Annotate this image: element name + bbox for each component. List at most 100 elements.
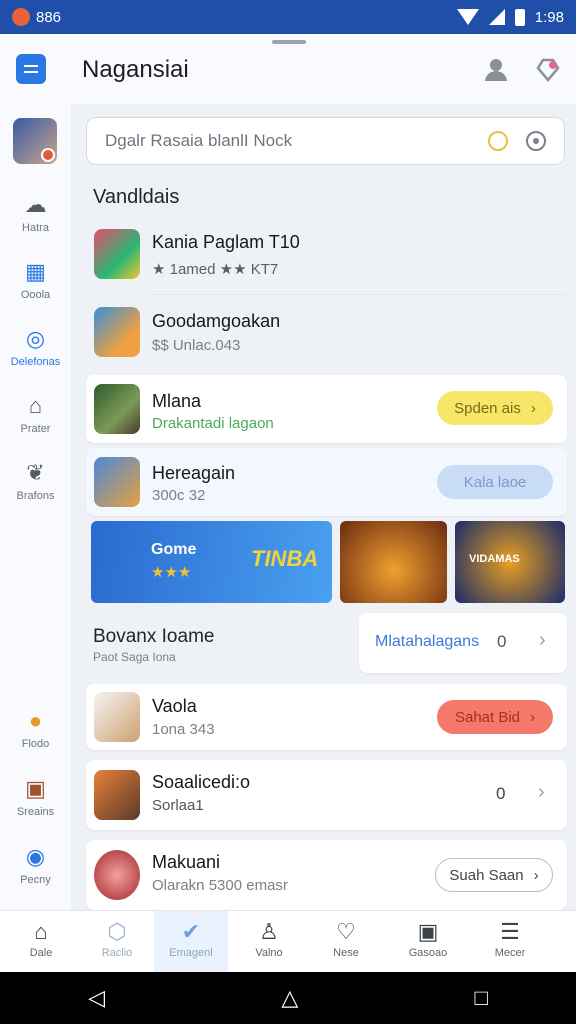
- battery-icon: [514, 8, 525, 26]
- chevron-right-icon[interactable]: ›: [538, 781, 545, 804]
- tab-label: Emagenl: [169, 947, 213, 959]
- game-thumbnail: [94, 457, 140, 507]
- game-thumbnail: [94, 384, 140, 434]
- list-item-subtitle: Sorlaa1: [152, 797, 204, 814]
- list-item[interactable]: Soaalicedi:o Sorlaa1 0 ›: [86, 760, 567, 830]
- list-item-subtitle: 1ona 343: [152, 721, 215, 738]
- sidebar-item-hatra[interactable]: ☁ Hatra: [0, 192, 71, 234]
- action-button[interactable]: Suah Saan ›: [435, 858, 553, 892]
- tab-emagenl[interactable]: ✔ Emagenl: [154, 911, 228, 973]
- target-icon: ◎: [25, 326, 46, 351]
- tab-label: Valno: [255, 947, 283, 959]
- list-item-title: Mlana: [152, 391, 202, 411]
- gift-icon[interactable]: [533, 54, 563, 84]
- recents-icon[interactable]: □: [475, 985, 488, 1011]
- home-icon: ⌂: [34, 919, 48, 944]
- list-item-title: Goodamgoakan: [152, 311, 281, 331]
- page-title: Nagansiai: [82, 56, 189, 83]
- list-item[interactable]: Goodamgoakan $$ Unlac.043: [86, 303, 567, 369]
- list-item-title: Makuani: [152, 852, 221, 872]
- list-item[interactable]: Makuani Olarakn 5300 emasr Suah Saan ›: [86, 840, 567, 910]
- sidebar-item-label: Brafons: [16, 490, 55, 502]
- sidebar-item-label: Ooola: [20, 289, 51, 301]
- action-button[interactable]: Sahat Bid ›: [437, 700, 553, 734]
- list-item-subtitle: $$ Unlac.043: [152, 337, 241, 354]
- game-thumbnail: [94, 229, 140, 279]
- check-badge-icon: ✔: [181, 919, 201, 944]
- tab-gasoao[interactable]: ▣ Gasoao: [387, 911, 469, 973]
- banner-label: Gome: [151, 541, 197, 558]
- lion-icon: ●: [28, 708, 43, 733]
- action-button-label: Sahat Bid: [454, 708, 521, 726]
- divider: [150, 294, 566, 295]
- banner-thumb[interactable]: VIDAMAS: [455, 521, 565, 603]
- sidebar-item-ooola[interactable]: ▦ Ooola: [0, 259, 71, 301]
- see-all-button[interactable]: Mlatahalagans 0 ›: [359, 613, 567, 673]
- banner-carousel[interactable]: Gome ★★★ TINBA VIDAMAS: [91, 521, 565, 603]
- app-bar: Nagansiai: [0, 34, 576, 104]
- list-item[interactable]: Kania Paglam T10 ★ 1amed ★★ KT7: [86, 224, 567, 292]
- sidebar-item-label: Delefonas: [10, 356, 61, 368]
- bottom-nav: ⌂ Dale ⬡ Raclio ✔ Emagenl ♙ Valno ♡ Nese ▣ Gas…: [0, 910, 576, 973]
- status-bar: 886 1:98: [0, 0, 576, 34]
- see-all-label: Mlatahalagans: [375, 633, 480, 650]
- cloud-icon: ☁: [24, 192, 47, 217]
- banner-label: VIDAMAS: [469, 553, 520, 565]
- chevron-right-icon: ›: [530, 399, 536, 417]
- timer-icon[interactable]: [488, 131, 508, 151]
- leaf-icon: ❦: [26, 460, 45, 485]
- tab-raclio[interactable]: ⬡ Raclio: [76, 911, 158, 973]
- banner-badge: TINBA: [251, 546, 319, 571]
- tab-valno[interactable]: ♙ Valno: [228, 911, 310, 973]
- banner-thumb[interactable]: [340, 521, 447, 603]
- drag-handle[interactable]: [272, 40, 306, 44]
- action-button-label: Kala laoe: [463, 473, 527, 491]
- game-thumbnail: [94, 770, 140, 820]
- section-title: Bovanx Ioame: [93, 626, 215, 647]
- list-item-title: Hereagain: [152, 463, 236, 483]
- home-button-icon[interactable]: △: [281, 985, 298, 1011]
- person-icon: ♙: [259, 919, 279, 944]
- image-icon: ▣: [417, 919, 439, 944]
- list-item[interactable]: Vaola 1ona 343 Sahat Bid ›: [86, 684, 567, 750]
- status-clock: 1:98: [534, 8, 564, 26]
- banner-main[interactable]: Gome ★★★ TINBA: [91, 521, 332, 603]
- shield-icon: ◉: [25, 844, 46, 869]
- sidebar-item-pecny[interactable]: ◉ Pecny: [0, 844, 71, 886]
- sidebar-item-brafons[interactable]: ❦ Brafons: [0, 460, 71, 502]
- tab-mecer[interactable]: ☰ Mecer: [469, 911, 551, 973]
- back-icon[interactable]: ◁: [88, 985, 105, 1011]
- user-icon[interactable]: [481, 54, 511, 84]
- sidebar-item-label: Sreains: [16, 806, 55, 818]
- sidebar-item-prater[interactable]: ⌂ Prater: [0, 393, 71, 435]
- stack-icon: ☰: [500, 919, 520, 944]
- list-item[interactable]: Hereagain 300c 32 Kala laoe: [86, 448, 567, 516]
- hexagon-icon: ⬡: [107, 919, 127, 944]
- wifi-icon: [456, 9, 479, 25]
- sidebar-item-label: Prater: [20, 423, 51, 435]
- action-button[interactable]: Kala laoe: [437, 465, 553, 499]
- sidebar-item-delefonas[interactable]: ◎ Delefonas: [0, 326, 71, 368]
- action-button[interactable]: Spden ais ›: [437, 391, 553, 425]
- list-item-subtitle: ★ 1amed ★★ KT7: [152, 261, 279, 278]
- tab-label: Nese: [333, 947, 359, 959]
- building-icon: ▦: [25, 259, 46, 284]
- chest-icon: ▣: [25, 776, 46, 801]
- sidebar-item-sreains[interactable]: ▣ Sreains: [0, 776, 71, 818]
- system-nav-bar: ◁ △ □: [0, 972, 576, 1024]
- section-subtitle: Paot Saga Iona: [93, 650, 176, 664]
- tab-nese[interactable]: ♡ Nese: [305, 911, 387, 973]
- record-icon[interactable]: [526, 131, 546, 151]
- list-item[interactable]: Mlana Drakantadi lagaon Spden ais ›: [86, 375, 567, 443]
- avatar[interactable]: [13, 118, 57, 164]
- action-button-label: Suah Saan: [449, 866, 524, 884]
- action-button-label: Spden ais: [454, 399, 521, 417]
- tab-dale[interactable]: ⌂ Dale: [0, 911, 82, 973]
- menu-button[interactable]: [16, 54, 46, 84]
- heart-icon: ♡: [336, 919, 356, 944]
- sidebar-item-flodo[interactable]: ● Flodo: [0, 708, 71, 750]
- sidebar-item-label: Hatra: [22, 222, 49, 234]
- sidebar-item-label: Pecny: [20, 874, 51, 886]
- search-input[interactable]: Dgalr Rasaia blanlI Nock: [86, 117, 565, 165]
- list-item-title: Kania Paglam T10: [152, 232, 300, 252]
